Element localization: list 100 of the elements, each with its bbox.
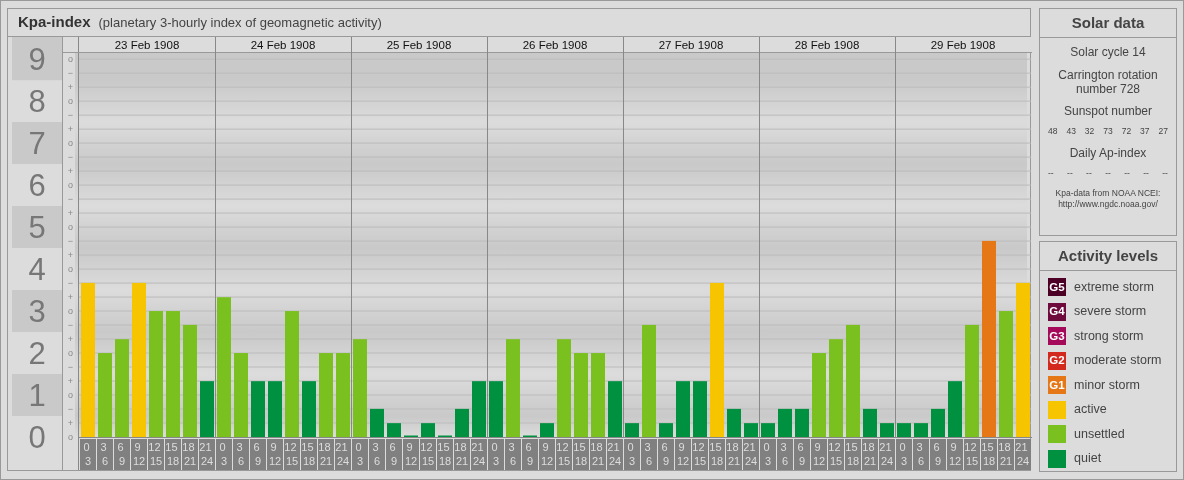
x-tick-label: 6 9 bbox=[794, 439, 810, 470]
x-tick-label: 18 21 bbox=[318, 439, 334, 470]
data-credit: Kpa-data from NOAA NCEI: bbox=[1055, 188, 1161, 199]
x-tick-label: 6 9 bbox=[522, 439, 538, 470]
sunspot-value: 48 bbox=[1048, 125, 1058, 138]
x-tick-label: 0 3 bbox=[355, 441, 364, 467]
minor-tick-label: + bbox=[67, 166, 74, 177]
minor-tick-label: o bbox=[68, 432, 73, 442]
x-tick-label: 15 18 bbox=[709, 439, 725, 470]
x-tick-label: 9 12 bbox=[539, 439, 555, 470]
minor-tick-label: + bbox=[67, 124, 74, 135]
x-tick-label: 0 3 bbox=[760, 439, 776, 470]
x-tick-label: 21 24 bbox=[471, 439, 487, 470]
x-tick-label: 3 6 bbox=[372, 441, 381, 467]
x-tick-label: 3 6 bbox=[916, 441, 925, 467]
panel-title: Solar data bbox=[1040, 9, 1176, 38]
ap-index-value: -- bbox=[1048, 166, 1054, 180]
x-tick-label: 6 9 bbox=[250, 439, 266, 470]
x-tick-label: 0 3 bbox=[899, 441, 908, 467]
x-tick-label: 3 6 bbox=[369, 439, 385, 470]
x-tick-label: 12 15 bbox=[964, 439, 980, 470]
chart-subtitle: (planetary 3-hourly index of geomagnetic activity) bbox=[98, 13, 382, 32]
date-label: 29 Feb 1908 bbox=[930, 39, 996, 51]
x-tick-label: 12 15 bbox=[828, 439, 844, 470]
minor-tick-label: o bbox=[68, 138, 73, 149]
x-tick-label: 9 12 bbox=[675, 439, 691, 470]
date-label: 25 Feb 1908 bbox=[386, 39, 452, 51]
minor-tick-label: − bbox=[67, 362, 74, 373]
x-tick-label: 9 12 bbox=[811, 439, 827, 470]
minor-tick-label: + bbox=[67, 82, 74, 93]
minor-tick-label: − bbox=[67, 110, 74, 121]
credit-url: http://www.ngdc.noaa.gov/ bbox=[1058, 198, 1158, 209]
date-label: 24 Feb 1908 bbox=[250, 39, 316, 51]
level-badge: G4 bbox=[1048, 302, 1066, 321]
ap-index-value: -- bbox=[1162, 166, 1168, 180]
x-tick-label: 0 3 bbox=[763, 441, 772, 467]
level-label: severe storm bbox=[1074, 303, 1147, 321]
y-tick-label: 9 bbox=[28, 42, 46, 78]
x-tick-label: 3 6 bbox=[641, 439, 657, 470]
level-badge: G5 bbox=[1048, 278, 1066, 297]
x-tick-label: 9 12 bbox=[403, 439, 419, 470]
x-tick-label: 12 15 bbox=[420, 439, 436, 470]
y-tick-label: 5 bbox=[28, 210, 46, 246]
minor-tick-label: o bbox=[68, 348, 73, 359]
x-tick-label: 21 24 bbox=[1015, 439, 1031, 470]
ap-index-value: -- bbox=[1086, 166, 1092, 180]
minor-tick-label: − bbox=[67, 152, 74, 163]
x-tick-label: 21 24 bbox=[199, 439, 215, 470]
x-tick-label: 0 3 bbox=[624, 439, 640, 470]
date-label: 28 Feb 1908 bbox=[794, 39, 860, 51]
minor-tick-label: − bbox=[67, 320, 74, 331]
minor-tick-label: o bbox=[68, 54, 73, 65]
x-tick-label: 12 15 bbox=[284, 439, 300, 470]
sunspot-value: 37 bbox=[1140, 125, 1150, 138]
minor-tick-label: o bbox=[68, 222, 73, 233]
y-tick-label: 2 bbox=[28, 336, 46, 372]
x-tick-label: 21 24 bbox=[607, 439, 623, 470]
minor-tick-label: − bbox=[67, 68, 74, 79]
sunspot-heading: Sunspot number bbox=[1062, 105, 1154, 120]
x-tick-label: 9 12 bbox=[267, 439, 283, 470]
minor-tick-label: + bbox=[67, 376, 74, 386]
x-tick-label: 6 9 bbox=[797, 441, 806, 467]
date-label: 26 Feb 1908 bbox=[522, 39, 588, 51]
x-tick-label: 3 6 bbox=[508, 441, 517, 467]
level-badge: G1 bbox=[1048, 376, 1066, 395]
x-tick-label: 15 18 bbox=[845, 439, 861, 470]
level-label: strong storm bbox=[1074, 327, 1144, 345]
y-tick-label: 8 bbox=[28, 84, 46, 120]
x-tick-label: 6 9 bbox=[933, 441, 942, 467]
x-tick-label: 0 3 bbox=[896, 439, 912, 470]
x-tick-label: 0 3 bbox=[216, 439, 232, 470]
minor-tick-label: o bbox=[68, 390, 73, 400]
minor-tick-label: + bbox=[67, 292, 74, 303]
x-tick-label: 15 18 bbox=[981, 439, 997, 470]
ap-index-value: -- bbox=[1143, 166, 1149, 180]
x-tick-label: 6 9 bbox=[661, 441, 670, 467]
x-tick-label: 0 3 bbox=[352, 439, 368, 470]
sunspot-value: 27 bbox=[1158, 125, 1168, 138]
sunspot-value: 73 bbox=[1103, 125, 1113, 138]
ap-index-heading: Daily Ap-index bbox=[1068, 146, 1148, 161]
x-tick-label: 3 6 bbox=[505, 439, 521, 470]
x-tick-label: 6 9 bbox=[386, 439, 402, 470]
x-tick-label: 12 15 bbox=[556, 439, 572, 470]
sunspot-value: 43 bbox=[1066, 125, 1076, 138]
x-tick-label: 6 9 bbox=[114, 439, 130, 470]
minor-tick-label: + bbox=[67, 334, 74, 345]
x-tick-label: 18 21 bbox=[454, 439, 470, 470]
chart-title: Kpa-index bbox=[18, 12, 91, 33]
solar-cycle: Solar cycle 14 bbox=[1070, 46, 1146, 60]
y-tick-label: 1 bbox=[28, 378, 46, 413]
sunspot-value: 72 bbox=[1121, 125, 1132, 138]
x-tick-label: 6 9 bbox=[930, 439, 946, 470]
minor-tick-label: + bbox=[67, 208, 74, 219]
x-tick-label: 6 9 bbox=[389, 441, 398, 467]
minor-tick-label: − bbox=[67, 236, 74, 247]
x-tick-label: 0 3 bbox=[83, 441, 92, 467]
level-label: quiet bbox=[1074, 450, 1102, 468]
x-tick-label: 15 18 bbox=[165, 439, 181, 470]
y-tick-label: 6 bbox=[28, 168, 46, 204]
date-label: 27 Feb 1908 bbox=[658, 39, 724, 51]
